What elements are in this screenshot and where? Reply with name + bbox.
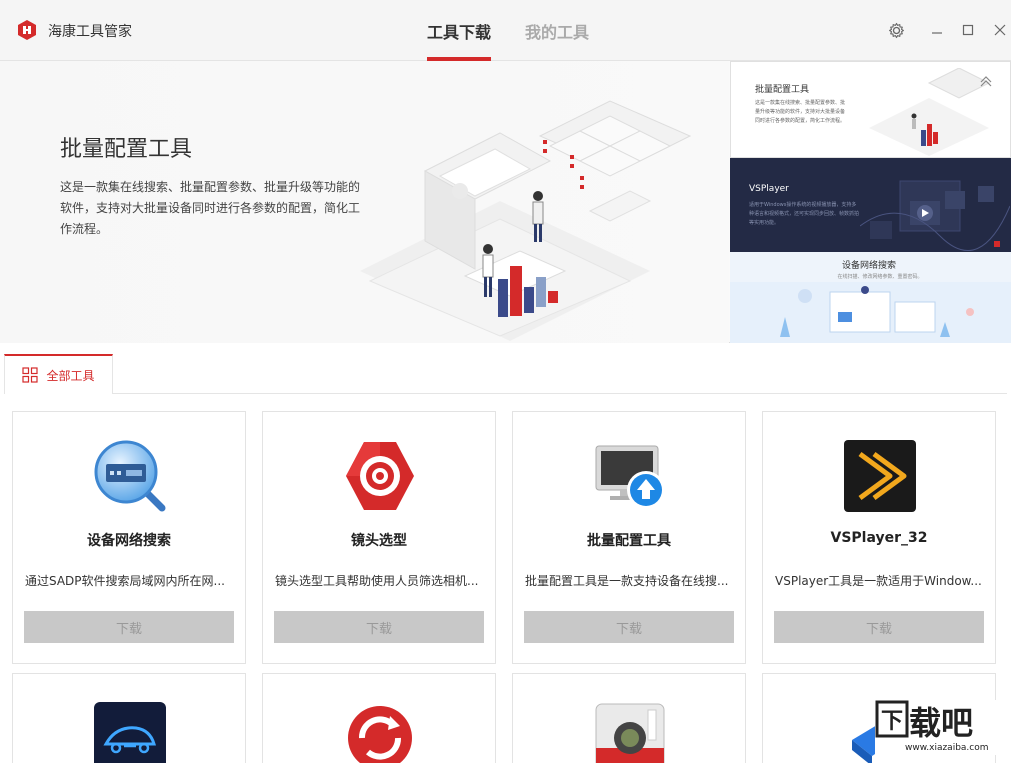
tool-card[interactable]: 镜头选型 镜头选型工具帮助使用人员筛选相机... 下载	[262, 411, 496, 664]
tool-name: VSPlayer_32	[830, 530, 928, 546]
car-app-icon	[94, 702, 166, 763]
svg-text:载吧: 载吧	[909, 704, 973, 742]
watermark-logo: 下 载吧 www.xiazaiba.com	[875, 700, 1011, 755]
grid-icon	[22, 367, 39, 383]
close-icon[interactable]	[990, 20, 1010, 40]
sync-tool-icon	[348, 706, 412, 763]
tool-description: 批量配置工具是一款支持设备在线搜...	[525, 574, 729, 588]
thumbnail-title: 批量配置工具	[755, 85, 810, 95]
player-icon	[844, 440, 916, 512]
tab-tool-download[interactable]: 工具下载	[427, 19, 491, 43]
thumbnail-illustration	[730, 282, 1011, 343]
download-button[interactable]: 下载	[774, 611, 984, 643]
thumbnail-vsplayer[interactable]: VSPlayer 适用于Windows操作系统的视频播放器，支持多种语言和视频格…	[730, 158, 1011, 252]
thumbnail-illustration	[869, 68, 991, 156]
banner-description: 这是一款集在线搜索、批量配置参数、批量升级等功能的软件，支持对大批量设备同时进行…	[60, 180, 361, 236]
tool-description: 镜头选型工具帮助使用人员筛选相机...	[275, 574, 479, 588]
chevron-up-icon[interactable]	[979, 74, 993, 88]
banner-main-slide[interactable]: 批量配置工具 这是一款集在线搜索、批量配置参数、批量升级等功能的软件，支持对大批…	[0, 61, 729, 343]
tool-card[interactable]	[12, 673, 246, 763]
banner-title: 批量配置工具	[60, 137, 193, 162]
tool-card[interactable]: 批量配置工具 批量配置工具是一款支持设备在线搜... 下载	[512, 411, 746, 664]
thumbnail-device-search[interactable]: 设备网络搜索 在线扫描、修改网络参数、重置密码。	[730, 252, 1011, 343]
filter-bar: 全部工具	[4, 354, 1007, 394]
camera-calc-icon	[595, 703, 665, 763]
thumbnail-illustration	[860, 180, 1010, 252]
app-title: 海康工具管家	[48, 24, 132, 40]
tool-name: 批量配置工具	[587, 533, 671, 549]
thumbnail-desc: 在线扫描、修改网络参数、重置密码。	[837, 274, 923, 280]
minimize-icon[interactable]	[927, 20, 947, 40]
banner-carousel: 批量配置工具 这是一款集在线搜索、批量配置参数、批量升级等功能的软件，支持对大批…	[0, 61, 1011, 343]
gear-icon[interactable]	[886, 20, 906, 40]
thumbnail-desc: 适用于Windows操作系统的视频播放器，支持多种语言和视频格式，还可实现同步回…	[749, 202, 860, 226]
thumbnail-batch-config[interactable]: 批量配置工具 这是一款集在线搜索、批量配置参数、批量升级等功能的软件，支持对大批…	[730, 61, 1011, 158]
download-button[interactable]: 下载	[524, 611, 734, 643]
tool-card[interactable]: 设备网络搜索 通过SADP软件搜索局域网内所在网... 下载	[12, 411, 246, 664]
thumbnail-title: 设备网络搜索	[842, 261, 897, 271]
isometric-illustration	[360, 100, 692, 341]
app-logo-icon	[18, 20, 36, 40]
tool-name: 设备网络搜索	[87, 533, 171, 549]
banner-thumbnails: 批量配置工具 这是一款集在线搜索、批量配置参数、批量升级等功能的软件，支持对大批…	[730, 61, 1011, 343]
tab-all-tools[interactable]: 全部工具	[4, 354, 113, 394]
batch-config-icon	[595, 445, 665, 509]
maximize-icon[interactable]	[958, 20, 978, 40]
tool-description: VSPlayer工具是一款适用于Window...	[775, 574, 982, 588]
lens-icon	[346, 442, 414, 510]
tab-all-tools-label: 全部工具	[46, 368, 95, 383]
download-button[interactable]: 下载	[24, 611, 234, 643]
svg-text:www.xiazaiba.com: www.xiazaiba.com	[905, 743, 989, 753]
tool-card[interactable]	[512, 673, 746, 763]
title-bar: 海康工具管家 工具下载 我的工具	[0, 0, 1011, 61]
svg-text:下: 下	[881, 709, 903, 734]
search-device-icon	[94, 440, 166, 512]
thumbnail-desc: 这是一款集在线搜索、批量配置参数、批量升级等功能的软件，支持对大批量设备同时进行…	[755, 100, 846, 124]
tab-my-tools[interactable]: 我的工具	[525, 19, 589, 43]
watermark-graphic: 下 载吧 www.xiazaiba.com	[875, 700, 989, 753]
tool-description: 通过SADP软件搜索局域网内所在网...	[25, 574, 225, 588]
tool-card[interactable]	[262, 673, 496, 763]
download-button[interactable]: 下载	[274, 611, 484, 643]
tool-card[interactable]: VSPlayer_32 VSPlayer工具是一款适用于Window... 下载	[762, 411, 996, 664]
thumbnail-title: VSPlayer	[749, 184, 789, 194]
tool-name: 镜头选型	[351, 533, 407, 549]
